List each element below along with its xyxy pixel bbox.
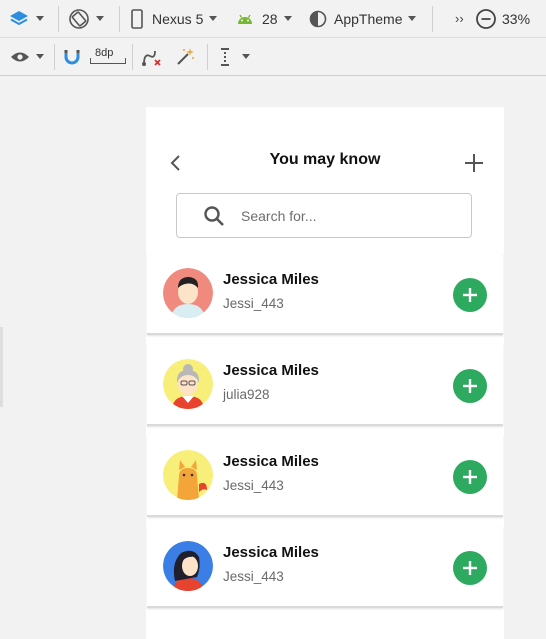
eye-icon bbox=[11, 52, 29, 61]
canvas-edge-marker bbox=[0, 327, 3, 407]
plus-icon bbox=[463, 379, 477, 393]
person-name: Jessica Miles bbox=[223, 362, 319, 379]
design-toolbar: Nexus 5 28 AppTheme ›› 33% bbox=[0, 0, 546, 38]
list-item[interactable]: Jessica Miles julia928 bbox=[147, 344, 503, 426]
device-label: Nexus 5 bbox=[152, 10, 204, 27]
plus-icon bbox=[463, 561, 477, 575]
add-button[interactable] bbox=[453, 551, 487, 585]
overflow-label: ›› bbox=[455, 11, 464, 26]
person-name: Jessica Miles bbox=[223, 453, 319, 470]
zoom-level: 33% bbox=[502, 0, 530, 37]
autoconnect-button[interactable] bbox=[63, 38, 81, 75]
page-title: You may know bbox=[269, 151, 381, 168]
person-name: Jessica Miles bbox=[223, 271, 319, 288]
default-margin-button[interactable]: 8dp bbox=[90, 38, 126, 75]
zoom-out-icon bbox=[476, 8, 496, 29]
cat-avatar-icon bbox=[163, 450, 213, 500]
add-button[interactable] bbox=[453, 369, 487, 403]
device-selector[interactable]: Nexus 5 bbox=[130, 0, 218, 37]
layers-button[interactable] bbox=[8, 0, 44, 37]
chevron-down-icon bbox=[408, 16, 417, 21]
add-friend-button[interactable] bbox=[464, 153, 484, 178]
person-username: Jessi_443 bbox=[223, 569, 284, 584]
magic-wand-icon bbox=[177, 47, 194, 65]
chevron-down-icon bbox=[209, 16, 218, 21]
person-username: Jessi_443 bbox=[223, 296, 284, 311]
list-item[interactable]: Jessica Miles Jessi_443 bbox=[147, 526, 503, 608]
android-icon bbox=[238, 14, 252, 24]
search-icon bbox=[204, 205, 224, 226]
theme-label: AppTheme bbox=[334, 10, 403, 27]
clear-constraints-button[interactable] bbox=[140, 38, 162, 75]
search-input[interactable]: Search for... bbox=[176, 193, 472, 238]
chevron-down-icon bbox=[96, 16, 104, 21]
man-avatar-icon bbox=[163, 268, 213, 318]
add-button[interactable] bbox=[453, 278, 487, 312]
infer-constraints-button[interactable] bbox=[175, 38, 195, 75]
rotate-screen-icon bbox=[69, 8, 89, 29]
add-button[interactable] bbox=[453, 460, 487, 494]
theme-icon bbox=[309, 10, 327, 27]
api-level-selector[interactable]: 28 bbox=[236, 0, 292, 37]
magnet-icon bbox=[64, 49, 80, 64]
clear-constraints-icon bbox=[142, 50, 161, 66]
phone-preview: You may know Search for... Jessica Miles… bbox=[146, 107, 504, 639]
search-placeholder: Search for... bbox=[241, 207, 317, 224]
chevron-down-icon bbox=[283, 16, 292, 21]
person-username: julia928 bbox=[223, 387, 270, 402]
api-level-label: 28 bbox=[262, 10, 278, 27]
zoom-level-label: 33% bbox=[502, 10, 531, 27]
guidelines-button[interactable] bbox=[218, 38, 250, 75]
margin-label: 8dp bbox=[95, 46, 114, 59]
phone-icon bbox=[131, 8, 143, 29]
grandma-avatar-icon bbox=[163, 359, 213, 409]
list-item[interactable]: Jessica Miles Jessi_443 bbox=[147, 253, 503, 335]
woman-avatar-icon bbox=[163, 541, 213, 591]
plus-icon bbox=[463, 470, 477, 484]
chevron-down-icon bbox=[36, 54, 44, 59]
chevron-down-icon bbox=[242, 54, 250, 59]
overflow-button[interactable]: ›› bbox=[455, 0, 464, 37]
theme-selector[interactable]: AppTheme bbox=[309, 0, 417, 37]
chevron-down-icon bbox=[36, 16, 44, 21]
zoom-out-button[interactable] bbox=[475, 0, 497, 37]
list-item[interactable]: Jessica Miles Jessi_443 bbox=[147, 435, 503, 517]
orientation-button[interactable] bbox=[68, 0, 104, 37]
design-toolbar-secondary: 8dp bbox=[0, 38, 546, 76]
guideline-icon bbox=[221, 47, 229, 66]
person-username: Jessi_443 bbox=[223, 478, 284, 493]
plus-icon bbox=[463, 288, 477, 302]
person-name: Jessica Miles bbox=[223, 544, 319, 561]
plus-icon bbox=[465, 154, 483, 172]
view-options-button[interactable] bbox=[10, 38, 44, 75]
layers-icon bbox=[10, 10, 28, 25]
